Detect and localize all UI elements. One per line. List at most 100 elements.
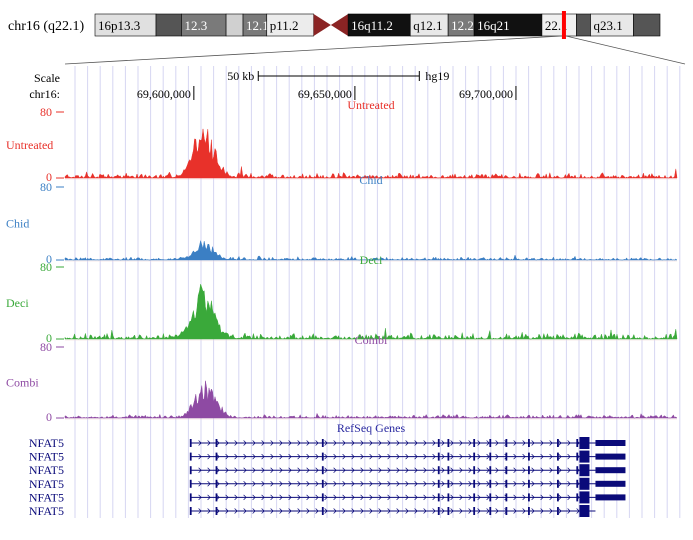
gene-exon-large <box>579 450 590 463</box>
ideogram-band-label: q12.1 <box>413 18 442 33</box>
ideogram-band-label: 16q21 <box>477 18 510 33</box>
ruler-assembly-label: hg19 <box>425 69 449 83</box>
gene-utr <box>595 440 626 446</box>
gene-exon-end <box>579 505 581 517</box>
gene-exon <box>505 493 508 502</box>
ideogram-band <box>633 13 661 37</box>
gene-label: NFAT5 <box>29 463 64 477</box>
gene-exon <box>576 452 579 461</box>
gene-exon <box>437 439 440 447</box>
gene-label: NFAT5 <box>29 477 64 491</box>
gene-exon <box>215 493 218 502</box>
gene-exon <box>528 479 530 488</box>
gene-exon <box>321 493 324 502</box>
gene-utr <box>595 453 626 460</box>
gene-exon <box>215 466 218 475</box>
gene-exon <box>528 466 530 475</box>
signal-area-combi <box>64 380 678 419</box>
ideogram-band-label: 12.3 <box>184 18 207 33</box>
track-title-deci: Deci <box>360 253 383 267</box>
ideogram-chrom-label: chr16 (q22.1) <box>8 19 85 34</box>
gene-label: NFAT5 <box>29 436 64 450</box>
gene-exon <box>557 479 559 488</box>
genome-browser-view: chr16 (q22.1) 16p13.3 12.3 12.1 p11.2 16q11.2… <box>0 0 693 535</box>
y-axis-max-label: 80 <box>40 340 52 354</box>
gene-exon <box>321 507 324 515</box>
gene-exon <box>505 479 508 488</box>
gene-exon <box>557 439 559 447</box>
gene-exon <box>473 507 476 515</box>
gene-exon <box>473 452 476 461</box>
ruler-chrom-label: chr16: <box>29 87 60 101</box>
gene-exon <box>189 493 192 502</box>
gene-label: NFAT5 <box>29 490 64 504</box>
gene-exon <box>528 439 530 447</box>
y-axis-max-label: 80 <box>40 260 52 274</box>
signal-area-deci <box>64 284 678 340</box>
track-label-deci: Deci <box>6 296 29 310</box>
gene-exon <box>321 466 324 475</box>
gene-exon <box>576 466 579 475</box>
gene-utr <box>595 480 626 487</box>
gene-exon-large <box>579 491 590 504</box>
ideogram-band-label: 16p13.3 <box>98 18 140 33</box>
gene-exon <box>189 466 192 475</box>
gene-exon <box>557 466 559 475</box>
ideogram-band <box>576 13 591 37</box>
signal-area-untreated <box>64 128 678 179</box>
gene-exon <box>528 507 530 515</box>
track-label-chid: Chid <box>6 217 29 231</box>
gene-exon <box>437 479 440 488</box>
gene-utr <box>595 494 626 501</box>
gene-exon <box>321 439 324 447</box>
y-axis-min-label: 0 <box>46 410 52 424</box>
track-title-untreated: Untreated <box>347 98 394 112</box>
gene-exon <box>473 493 476 502</box>
gene-exon <box>447 439 450 447</box>
gene-exon <box>473 439 476 447</box>
gene-exon <box>576 479 579 488</box>
gene-exon <box>557 507 559 515</box>
track-label-untreated: Untreated <box>6 138 53 152</box>
gene-exon <box>528 493 530 502</box>
gene-exon <box>576 493 579 502</box>
gene-exon <box>505 439 508 447</box>
gene-track-title: RefSeq Genes <box>337 421 406 435</box>
gene-exon-large <box>579 477 590 490</box>
ideogram-position-marker <box>561 11 566 39</box>
zoom-line-right <box>565 35 686 65</box>
gene-exon <box>189 507 192 515</box>
gene-exon <box>215 439 218 447</box>
gene-exon <box>215 507 218 515</box>
gene-label: NFAT5 <box>29 450 64 464</box>
gene-label: NFAT5 <box>29 504 64 518</box>
y-axis-max-label: 80 <box>40 105 52 119</box>
gene-utr <box>595 467 626 474</box>
gene-exon <box>437 507 440 515</box>
gene-exon <box>505 507 508 515</box>
track-title-combi: Combi <box>355 333 388 347</box>
gene-exon <box>189 452 192 461</box>
ideogram-band-label: 12.1 <box>246 18 269 33</box>
ideogram-band <box>155 13 182 37</box>
gene-exon <box>489 439 492 447</box>
gene-exon <box>447 493 450 502</box>
gene-exon <box>437 452 440 461</box>
gene-exon <box>437 466 440 475</box>
gene-exon <box>505 452 508 461</box>
gene-exon <box>321 479 324 488</box>
gene-exon <box>576 439 579 447</box>
gene-exon <box>489 493 492 502</box>
ruler-tick-label: 69,600,000 <box>137 87 191 101</box>
gene-exon <box>447 466 450 475</box>
gene-exon <box>447 479 450 488</box>
gene-exon <box>189 439 192 447</box>
gene-exon <box>215 452 218 461</box>
gene-exon <box>447 452 450 461</box>
gene-exon-large <box>579 505 590 517</box>
ruler-tick-label: 69,700,000 <box>459 87 513 101</box>
gene-exon <box>528 452 530 461</box>
centromere-right <box>330 14 349 36</box>
gene-exon <box>489 452 492 461</box>
gene-exon <box>557 493 559 502</box>
